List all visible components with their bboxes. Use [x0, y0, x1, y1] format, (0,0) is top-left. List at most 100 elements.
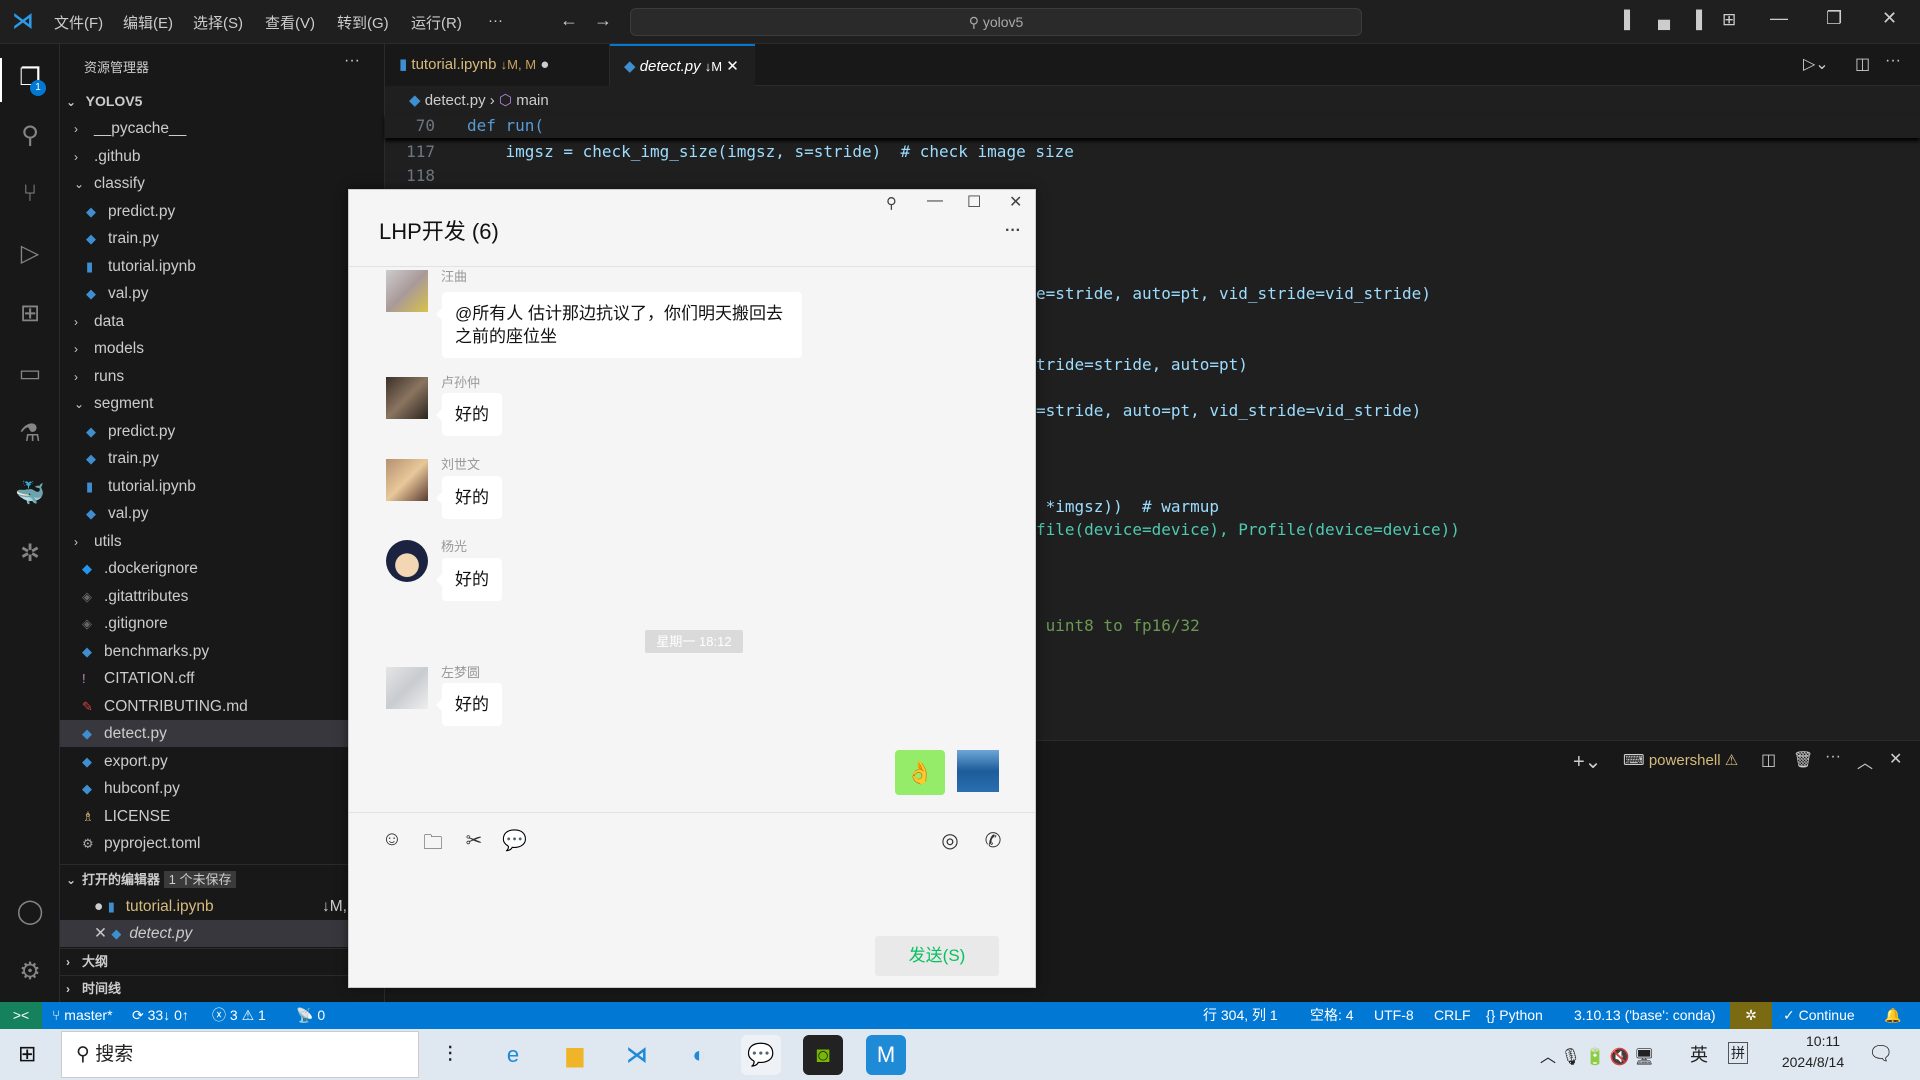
clock-date[interactable]: 2024/8/14: [1768, 1054, 1858, 1070]
tree-item[interactable]: ◆ train.py: [60, 225, 385, 252]
open-editor-tutorial[interactable]: ● ▮ tutorial.ipynb ↓M,: [60, 893, 385, 920]
trash-icon[interactable]: 🗑: [1793, 750, 1813, 770]
run-debug-icon[interactable]: ▷: [14, 238, 46, 270]
extensions-icon[interactable]: ⊞: [14, 298, 46, 330]
split-terminal-icon[interactable]: ◫: [1761, 750, 1776, 770]
taskbar-search[interactable]: ⚲ 搜索: [61, 1031, 419, 1078]
outline-header[interactable]: › 大纲: [60, 948, 385, 975]
tree-item[interactable]: › runs: [60, 363, 385, 390]
avatar[interactable]: [386, 459, 428, 501]
pin-icon[interactable]: ⚲: [886, 194, 897, 212]
tree-item[interactable]: ◆ predict.py: [60, 198, 385, 225]
terminal-selector[interactable]: ⌨ powershell ⚠: [1623, 751, 1738, 769]
ime-mode[interactable]: 英: [1690, 1041, 1708, 1067]
ime-pinyin[interactable]: 拼: [1728, 1042, 1748, 1064]
testing-icon[interactable]: ⚗: [14, 418, 46, 450]
task-view-icon[interactable]: ⫶: [430, 1035, 470, 1075]
timeline-header[interactable]: › 时间线: [60, 975, 385, 1002]
accounts-icon[interactable]: ◯: [14, 896, 46, 928]
menu-edit[interactable]: 编辑(E): [123, 12, 173, 33]
tree-item[interactable]: ⌄ segment: [60, 390, 385, 417]
self-message-bubble[interactable]: 👌: [895, 750, 945, 795]
more-options-icon[interactable]: ···: [1005, 222, 1021, 240]
tree-item[interactable]: ◆ val.py: [60, 500, 385, 527]
windows-start-icon[interactable]: ⊞: [18, 1041, 36, 1067]
kubernetes-icon[interactable]: ✲: [14, 538, 46, 570]
message-bubble[interactable]: 好的: [436, 393, 502, 436]
indentation[interactable]: 空格: 4: [1310, 1002, 1354, 1029]
ports[interactable]: 📡 0: [296, 1002, 325, 1029]
tree-item[interactable]: › __pycache__: [60, 115, 385, 142]
tree-item[interactable]: ◆ benchmarks.py: [60, 638, 385, 665]
tree-item[interactable]: ♗ LICENSE: [60, 803, 385, 830]
tree-item[interactable]: ◆ predict.py: [60, 418, 385, 445]
live-icon[interactable]: ◎: [938, 828, 962, 853]
remote-explorer-icon[interactable]: ▭: [14, 358, 46, 390]
chat-history-icon[interactable]: 💬: [502, 828, 527, 853]
remote-icon[interactable]: ><: [0, 1002, 42, 1029]
edge-icon[interactable]: e: [493, 1035, 533, 1075]
menu-more[interactable]: ···: [488, 12, 503, 29]
tree-item[interactable]: ◆ hubconf.py: [60, 775, 385, 802]
python-interpreter[interactable]: 3.10.13 ('base': conda): [1574, 1002, 1716, 1029]
notifications-bell-icon[interactable]: 🔔: [1884, 1002, 1901, 1029]
tray-tray-icons[interactable]: ︿ 🎙 🔋 🔇 🖥: [1540, 1043, 1654, 1067]
folder-icon[interactable]: 🗀: [421, 828, 445, 862]
tree-item[interactable]: ◆ detect.py: [60, 720, 385, 747]
tree-item[interactable]: ! CITATION.cff: [60, 665, 385, 692]
tab-tutorial-ipynb[interactable]: ▮ tutorial.ipynb ↓M, M ●: [385, 44, 610, 86]
emoji-icon[interactable]: ☺: [380, 828, 404, 851]
menu-view[interactable]: 查看(V): [265, 12, 315, 33]
menu-go[interactable]: 转到(G): [337, 12, 389, 33]
message-bubble[interactable]: 好的: [436, 476, 502, 519]
chrome-like-icon[interactable]: ◐: [679, 1035, 719, 1075]
close-icon[interactable]: ✕: [1882, 8, 1897, 29]
open-editors-header[interactable]: ⌄ 打开的编辑器 1 个未保存: [60, 866, 385, 893]
tree-item[interactable]: ⌄ classify: [60, 170, 385, 197]
tree-item[interactable]: ▮ tutorial.ipynb: [60, 473, 385, 500]
close-icon[interactable]: ✕: [1009, 192, 1022, 212]
back-arrow-icon[interactable]: ←: [560, 10, 578, 31]
send-button[interactable]: 发送(S): [875, 936, 999, 976]
language-mode[interactable]: {} Python: [1486, 1002, 1543, 1029]
breadcrumb-symbol[interactable]: main: [516, 92, 549, 109]
unsaved-dot-icon[interactable]: ●: [540, 56, 549, 73]
tree-item[interactable]: ✎ CONTRIBUTING.md: [60, 693, 385, 720]
close-editor-icon[interactable]: ✕: [94, 925, 107, 942]
problems[interactable]: ⓧ 3 ⚠ 1: [212, 1002, 266, 1029]
settings-gear-icon[interactable]: ⚙: [14, 956, 46, 988]
tree-item[interactable]: ◆ .dockerignore: [60, 555, 385, 582]
more-actions-icon[interactable]: ···: [344, 52, 360, 70]
toggle-sidebar-icon[interactable]: ▌: [1624, 10, 1636, 30]
docker-icon[interactable]: 🐳: [14, 478, 46, 510]
avatar[interactable]: [386, 540, 428, 582]
minimize-icon[interactable]: —: [1770, 8, 1788, 29]
git-branch[interactable]: ⑂ master*: [52, 1002, 113, 1029]
maximize-panel-icon[interactable]: ︿: [1857, 749, 1873, 773]
forward-arrow-icon[interactable]: →: [594, 10, 612, 31]
message-bubble[interactable]: 好的: [436, 558, 502, 601]
restore-icon[interactable]: ❐: [1826, 8, 1842, 29]
vscode-taskbar-icon[interactable]: ⋊: [617, 1035, 657, 1075]
toggle-panel-icon[interactable]: ▄: [1658, 10, 1670, 30]
tree-item[interactable]: › models: [60, 335, 385, 362]
tab-detect-py[interactable]: ◆ detect.py ↓M ✕: [610, 44, 755, 86]
new-terminal-icon[interactable]: +⌄: [1573, 749, 1601, 774]
run-python-icon[interactable]: ▷⌄: [1803, 54, 1829, 74]
encoding[interactable]: UTF-8: [1374, 1002, 1414, 1029]
tree-item[interactable]: › .github: [60, 143, 385, 170]
message-bubble[interactable]: 好的: [436, 683, 502, 726]
tree-item[interactable]: ◆ export.py: [60, 748, 385, 775]
close-panel-icon[interactable]: ✕: [1889, 749, 1902, 769]
nvidia-icon[interactable]: ◙: [803, 1035, 843, 1075]
self-avatar[interactable]: [957, 750, 999, 792]
maximize-icon[interactable]: ☐: [967, 192, 981, 212]
video-call-icon[interactable]: ✆: [981, 828, 1005, 853]
minimize-icon[interactable]: —: [927, 192, 943, 210]
source-control-icon[interactable]: ⑂: [14, 178, 46, 210]
avatar[interactable]: [386, 667, 428, 709]
tree-item[interactable]: › utils: [60, 528, 385, 555]
clock-time[interactable]: 10:11: [1788, 1033, 1858, 1049]
open-editor-detect[interactable]: ✕ ◆ detect.py: [60, 920, 385, 947]
continue-status[interactable]: ✓ Continue: [1783, 1002, 1855, 1029]
